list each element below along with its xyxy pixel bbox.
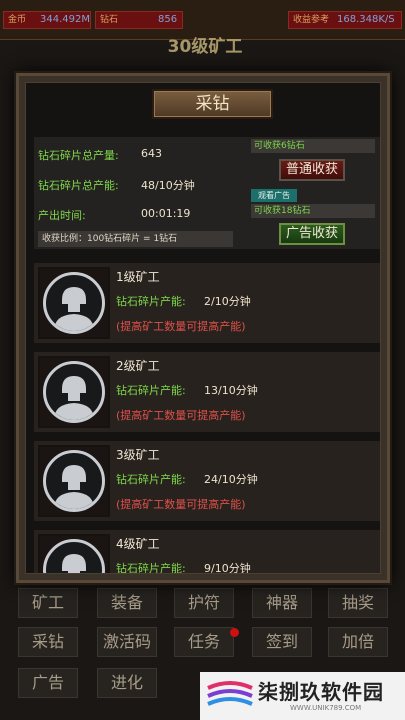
- normal-harvest-note: 可收获6钻石: [251, 139, 375, 153]
- nav-equipment-button[interactable]: 装备: [97, 588, 157, 618]
- diamond-label: 钻石: [100, 15, 119, 25]
- site-watermark: 柒捌玖软件园 WWW.UNIK789.COM: [200, 672, 405, 720]
- miner-avatar-icon: [43, 450, 105, 512]
- gold-value: 344.492M: [40, 14, 90, 25]
- normal-harvest-button[interactable]: 普通收获: [279, 159, 345, 181]
- income-value: 168.348K/S: [337, 14, 395, 25]
- nav-checkin-button[interactable]: 签到: [252, 627, 312, 657]
- income-stat: 收益参考 168.348K/S: [288, 11, 402, 29]
- dialog-content: 采钻 钻石碎片总产量: 643 钻石碎片总产能: 48/10分钟 产出时间: 0…: [25, 82, 381, 574]
- total-capacity-label: 钻石碎片总产能:: [38, 179, 119, 192]
- nav-activation-code-button[interactable]: 激活码: [97, 627, 157, 657]
- worker-name: 1级矿工: [116, 270, 160, 284]
- miner-avatar-icon: [43, 272, 105, 334]
- worker-rate-value: 2/10分钟: [204, 295, 251, 308]
- worker-hint: (提高矿工数量可提高产能): [116, 498, 246, 511]
- production-time-label: 产出时间:: [38, 209, 86, 222]
- diamond-mining-dialog: 采钻 钻石碎片总产量: 643 钻石碎片总产能: 48/10分钟 产出时间: 0…: [16, 73, 390, 583]
- diamond-stat: 钻石 856: [95, 11, 183, 29]
- worker-row: 1级矿工 钻石碎片产能: 2/10分钟 (提高矿工数量可提高产能): [34, 263, 380, 343]
- worker-row: 3级矿工 钻石碎片产能: 24/10分钟 (提高矿工数量可提高产能): [34, 441, 380, 521]
- miner-avatar-icon: [43, 539, 105, 573]
- worker-portrait: [38, 356, 110, 428]
- gold-label: 金币: [8, 15, 27, 25]
- worker-name: 4级矿工: [116, 537, 160, 551]
- production-time-value: 00:01:19: [141, 207, 191, 220]
- worker-rate-value: 24/10分钟: [204, 473, 258, 486]
- nav-miner-button[interactable]: 矿工: [18, 588, 78, 618]
- worker-hint: (提高矿工数量可提高产能): [116, 409, 246, 422]
- worker-row: 2级矿工 钻石碎片产能: 13/10分钟 (提高矿工数量可提高产能): [34, 352, 380, 432]
- gold-stat: 金币 344.492M: [3, 11, 91, 29]
- summary-panel: 钻石碎片总产量: 643 钻石碎片总产能: 48/10分钟 产出时间: 00:0…: [34, 137, 380, 249]
- nav-double-button[interactable]: 加倍: [328, 627, 388, 657]
- diamond-value: 856: [158, 14, 178, 25]
- watch-ad-tag: 观看广告: [251, 189, 297, 202]
- nav-evolve-button[interactable]: 进化: [97, 668, 157, 698]
- task-notification-dot: [230, 628, 239, 637]
- ad-harvest-button[interactable]: 广告收获: [279, 223, 345, 245]
- total-output-label: 钻石碎片总产量:: [38, 149, 119, 162]
- background-miner-title: 30级矿工: [167, 37, 243, 57]
- worker-rate-label: 钻石碎片产能:: [116, 473, 186, 486]
- total-output-value: 643: [141, 147, 162, 160]
- nav-amulet-button[interactable]: 护符: [174, 588, 234, 618]
- total-capacity-value: 48/10分钟: [141, 179, 195, 192]
- nav-lottery-button[interactable]: 抽奖: [328, 588, 388, 618]
- worker-portrait: [38, 534, 110, 573]
- watermark-logo-icon: [207, 681, 253, 706]
- nav-ad-button[interactable]: 广告: [18, 668, 78, 698]
- nav-task-button[interactable]: 任务: [174, 627, 234, 657]
- watermark-text: 柒捌玖软件园: [258, 680, 384, 704]
- ad-harvest-note: 可收获18钻石: [251, 204, 375, 218]
- worker-rate-label: 钻石碎片产能:: [116, 295, 186, 308]
- worker-rate-label: 钻石碎片产能:: [116, 562, 186, 574]
- worker-rate-value: 13/10分钟: [204, 384, 258, 397]
- worker-name: 3级矿工: [116, 448, 160, 462]
- worker-row: 4级矿工 钻石碎片产能: 9/10分钟: [34, 530, 380, 574]
- miner-avatar-icon: [43, 361, 105, 423]
- worker-portrait: [38, 445, 110, 517]
- nav-artifact-button[interactable]: 神器: [252, 588, 312, 618]
- worker-name: 2级矿工: [116, 359, 160, 373]
- worker-rate-label: 钻石碎片产能:: [116, 384, 186, 397]
- nav-diamond-mining-button[interactable]: 采钻: [18, 627, 78, 657]
- watermark-url: WWW.UNIK789.COM: [290, 704, 362, 712]
- worker-portrait: [38, 267, 110, 339]
- harvest-ratio: 收获比例：100钻石碎片 = 1钻石: [38, 231, 233, 247]
- dialog-title: 采钻: [152, 89, 273, 119]
- top-status-bar: 金币 344.492M 钻石 856 收益参考 168.348K/S: [0, 0, 405, 40]
- worker-rate-value: 9/10分钟: [204, 562, 251, 574]
- income-label: 收益参考: [293, 15, 330, 25]
- worker-hint: (提高矿工数量可提高产能): [116, 320, 246, 333]
